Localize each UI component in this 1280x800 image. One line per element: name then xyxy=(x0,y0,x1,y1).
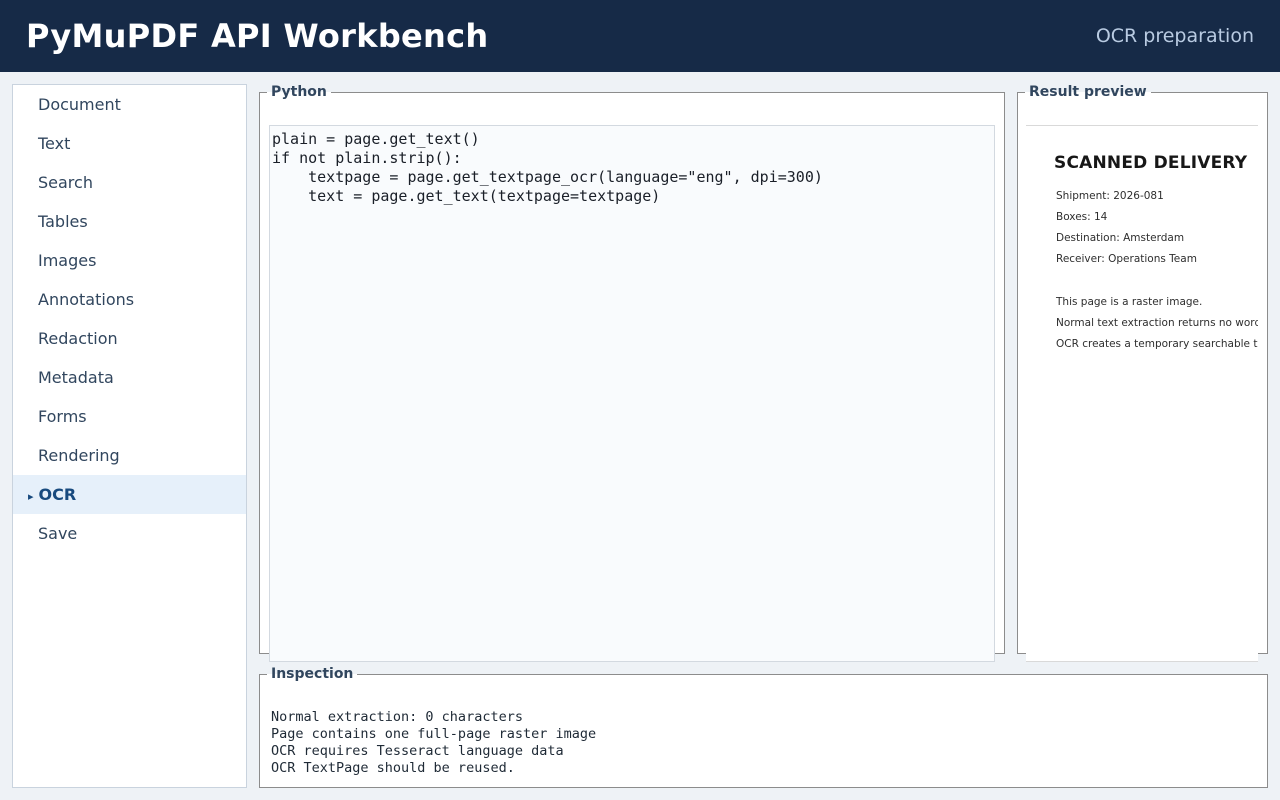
sidebar-item-forms[interactable]: Forms xyxy=(13,397,246,436)
code-line: text = page.get_text(textpage=textpage) xyxy=(272,187,661,205)
sidebar-item-label: Forms xyxy=(38,407,87,426)
sidebar-item-metadata[interactable]: Metadata xyxy=(13,358,246,397)
preview-line: Normal text extraction returns no words. xyxy=(1056,317,1258,329)
inspection-line: Page contains one full-page raster image xyxy=(271,726,597,742)
preview-line: Shipment: 2026-081 xyxy=(1056,190,1164,202)
preview-line: Receiver: Operations Team xyxy=(1056,253,1197,265)
result-preview-panel: Result preview SCANNED DELIVERY Shipment… xyxy=(1017,84,1268,662)
sidebar-item-label: Images xyxy=(38,251,97,270)
sidebar-item-redaction[interactable]: Redaction xyxy=(13,319,246,358)
preview-line: OCR creates a temporary searchable text … xyxy=(1056,338,1258,350)
inspection-output: Normal extraction: 0 characters Page con… xyxy=(271,709,596,777)
sidebar-item-search[interactable]: Search xyxy=(13,163,246,202)
page-preview[interactable]: SCANNED DELIVERY Shipment: 2026-081 Boxe… xyxy=(1026,125,1258,662)
sidebar-item-label: Metadata xyxy=(38,368,114,387)
inspection-line: OCR requires Tesseract language data xyxy=(271,743,564,759)
sidebar-item-label: Redaction xyxy=(38,329,118,348)
preview-line: Destination: Amsterdam xyxy=(1056,232,1185,244)
sidebar-item-tables[interactable]: Tables xyxy=(13,202,246,241)
sidebar: Document Text Search Tables Images Annot… xyxy=(12,84,247,788)
sidebar-item-label: OCR xyxy=(38,485,77,504)
sidebar-item-label: Text xyxy=(38,134,71,153)
sidebar-item-label: Annotations xyxy=(38,290,135,309)
inspection-line: OCR TextPage should be reused. xyxy=(271,760,515,776)
sidebar-item-document[interactable]: Document xyxy=(13,85,246,124)
sidebar-item-save[interactable]: Save xyxy=(13,514,246,553)
result-preview-title: Result preview xyxy=(1029,84,1147,100)
app-title: PyMuPDF API Workbench xyxy=(26,17,489,55)
sidebar-item-text[interactable]: Text xyxy=(13,124,246,163)
python-panel-title: Python xyxy=(271,84,327,100)
preview-line: This page is a raster image. xyxy=(1056,296,1203,308)
inspection-panel-title: Inspection xyxy=(271,666,354,682)
active-arrow-icon: ▸ xyxy=(28,490,34,503)
preview-line: Boxes: 14 xyxy=(1056,211,1108,223)
app-header: PyMuPDF API Workbench OCR preparation xyxy=(0,0,1280,72)
code-line: plain = page.get_text() xyxy=(272,130,480,148)
sidebar-item-images[interactable]: Images xyxy=(13,241,246,280)
code-editor[interactable]: plain = page.get_text() if not plain.str… xyxy=(269,125,995,662)
code-line: if not plain.strip(): xyxy=(272,149,462,167)
inspection-panel: Inspection Normal extraction: 0 characte… xyxy=(259,666,1268,788)
sidebar-item-label: Save xyxy=(38,524,78,543)
sidebar-item-label: Rendering xyxy=(38,446,120,465)
sidebar-item-rendering[interactable]: Rendering xyxy=(13,436,246,475)
code-line: textpage = page.get_textpage_ocr(languag… xyxy=(272,168,823,186)
mode-label: OCR preparation xyxy=(1095,25,1254,47)
python-panel: Python plain = page.get_text() if not pl… xyxy=(259,84,1005,662)
sidebar-item-label: Search xyxy=(38,173,93,192)
sidebar-item-label: Document xyxy=(38,95,121,114)
sidebar-item-ocr[interactable]: ▸ OCR xyxy=(13,475,246,514)
preview-document-title: SCANNED DELIVERY xyxy=(1054,153,1248,173)
inspection-line: Normal extraction: 0 characters xyxy=(271,709,523,725)
sidebar-item-label: Tables xyxy=(38,212,88,231)
sidebar-item-annotations[interactable]: Annotations xyxy=(13,280,246,319)
